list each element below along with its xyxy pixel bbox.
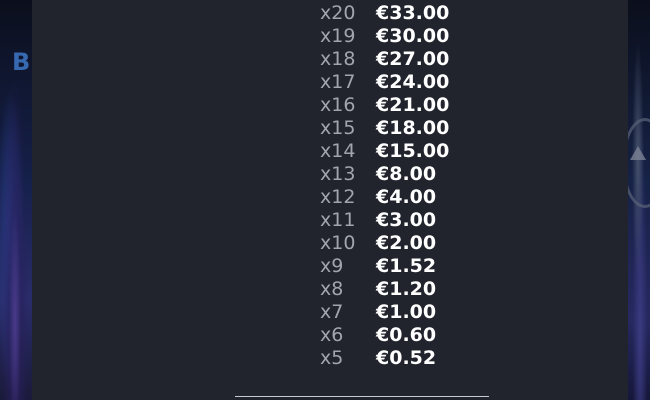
payout-amount: €2.00: [376, 231, 437, 254]
paytable-row: x5 €0.52: [320, 346, 520, 369]
game-screen: Bl x20 €33.00 x19 €30.00 x18 €27.00 x17 …: [0, 0, 650, 400]
payout-amount: €3.00: [376, 208, 437, 231]
multiplier-label: x20: [320, 1, 356, 24]
multiplier-label: x17: [320, 70, 356, 93]
paytable-row: x7 €1.00: [320, 300, 520, 323]
multiplier-label: x16: [320, 93, 356, 116]
spin-arrow-icon: [630, 146, 646, 160]
multiplier-label: x6: [320, 323, 344, 346]
game-background-right: [622, 0, 650, 400]
payout-amount: €27.00: [376, 47, 450, 70]
payout-amount: €18.00: [376, 116, 450, 139]
paytable-row: x19 €30.00: [320, 24, 520, 47]
payout-amount: €0.60: [376, 323, 437, 346]
paytable-row: x17 €24.00: [320, 70, 520, 93]
multiplier-label: x18: [320, 47, 356, 70]
payout-amount: €1.20: [376, 277, 437, 300]
scroll-indicator[interactable]: [235, 396, 489, 397]
multiplier-label: x10: [320, 231, 356, 254]
paytable-row: x14 €15.00: [320, 139, 520, 162]
paytable-row: x16 €21.00: [320, 93, 520, 116]
paytable-row: x11 €3.00: [320, 208, 520, 231]
game-background-left: Bl: [0, 0, 39, 400]
payout-amount: €24.00: [376, 70, 450, 93]
payout-amount: €4.00: [376, 185, 437, 208]
paytable-row: x8 €1.20: [320, 277, 520, 300]
multiplier-label: x8: [320, 277, 344, 300]
payout-amount: €15.00: [376, 139, 450, 162]
payout-amount: €1.52: [376, 254, 437, 277]
multiplier-label: x11: [320, 208, 356, 231]
paytable-row: x20 €33.00: [320, 1, 520, 24]
multiplier-label: x7: [320, 300, 344, 323]
payout-amount: €33.00: [376, 1, 450, 24]
payout-amount: €1.00: [376, 300, 437, 323]
multiplier-label: x19: [320, 24, 356, 47]
multiplier-label: x5: [320, 346, 344, 369]
paytable-row: x10 €2.00: [320, 231, 520, 254]
multiplier-label: x12: [320, 185, 356, 208]
paytable-row: x9 €1.52: [320, 254, 520, 277]
paytable-row: x18 €27.00: [320, 47, 520, 70]
multiplier-label: x15: [320, 116, 356, 139]
paytable-row: x15 €18.00: [320, 116, 520, 139]
multiplier-label: x13: [320, 162, 356, 185]
payout-amount: €21.00: [376, 93, 450, 116]
multiplier-label: x14: [320, 139, 356, 162]
paytable-row: x13 €8.00: [320, 162, 520, 185]
multiplier-label: x9: [320, 254, 344, 277]
paytable-list: x20 €33.00 x19 €30.00 x18 €27.00 x17 €24…: [320, 1, 520, 369]
payout-amount: €8.00: [376, 162, 437, 185]
paytable-row: x6 €0.60: [320, 323, 520, 346]
payout-amount: €30.00: [376, 24, 450, 47]
payout-amount: €0.52: [376, 346, 437, 369]
paytable-row: x12 €4.00: [320, 185, 520, 208]
paytable-panel[interactable]: x20 €33.00 x19 €30.00 x18 €27.00 x17 €24…: [32, 0, 628, 400]
